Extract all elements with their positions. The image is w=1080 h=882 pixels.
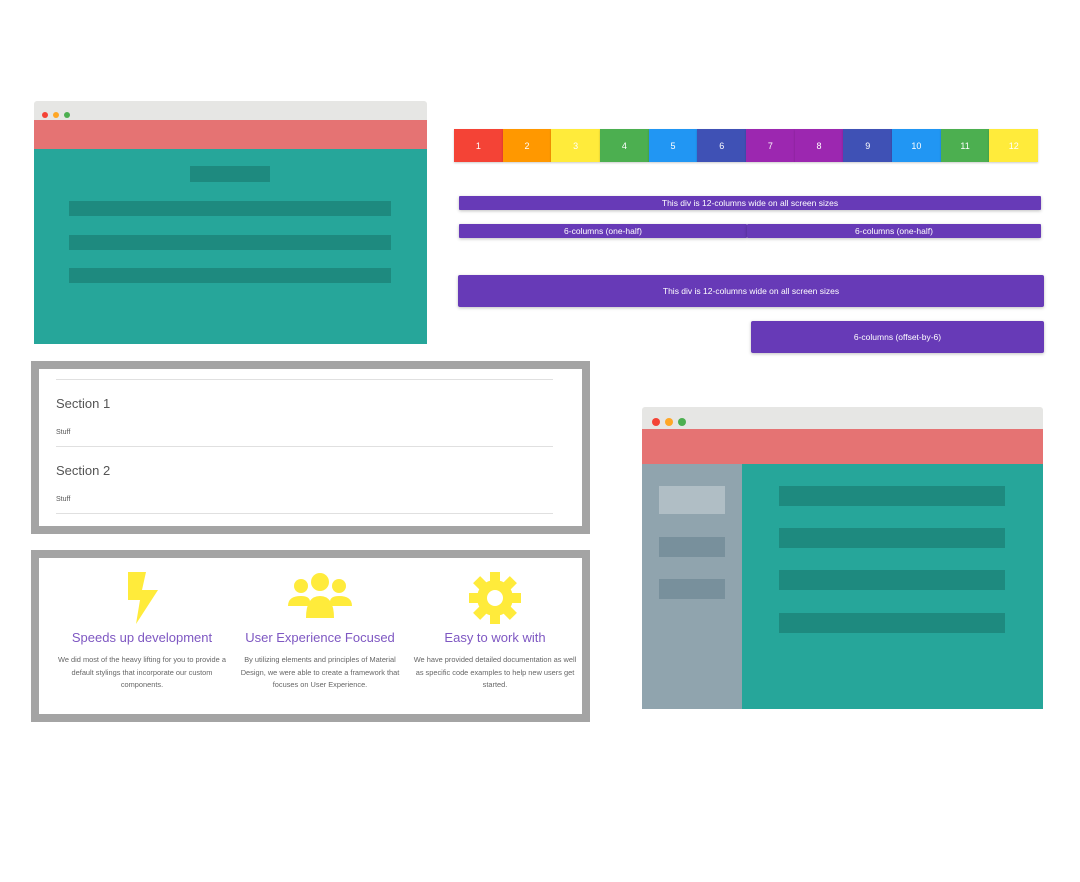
mockup-heading-placeholder xyxy=(190,166,270,182)
minimize-dot-icon xyxy=(53,112,59,118)
feature-title: Speeds up development xyxy=(71,630,213,645)
browser-mockup-navbar xyxy=(34,101,427,344)
grid-column-8: 8 xyxy=(794,129,844,162)
mockup-line-placeholder xyxy=(69,201,391,216)
features-demo: Speeds up development We did most of the… xyxy=(31,550,590,722)
grid-column-11: 11 xyxy=(940,129,990,162)
browser-mockup-sidenav xyxy=(642,407,1043,709)
mockup-line-placeholder xyxy=(69,235,391,250)
divider xyxy=(56,446,553,447)
maximize-dot-icon xyxy=(64,112,70,118)
mockup-line-placeholder xyxy=(69,268,391,283)
browser-chrome xyxy=(642,407,1043,429)
maximize-dot-icon xyxy=(678,418,686,426)
close-dot-icon xyxy=(652,418,660,426)
collapsible-demo: Section 1 Stuff Section 2 Stuff xyxy=(31,361,590,534)
mockup-content xyxy=(34,149,427,344)
divider xyxy=(56,513,553,514)
column-label: This div is 12-columns wide on all scree… xyxy=(661,198,839,208)
feature-description: By utilizing elements and principles of … xyxy=(240,655,400,690)
mockup-main-content xyxy=(742,464,1043,709)
grid-column-7: 7 xyxy=(746,129,795,162)
grid-column-6: 6 xyxy=(697,129,747,162)
feature-title: Easy to work with xyxy=(444,630,546,645)
grid-column-9: 9 xyxy=(843,129,893,162)
group-icon xyxy=(288,573,352,618)
grid-columns-row: 1 2 3 4 5 6 7 8 9 10 11 12 xyxy=(454,129,1039,162)
mockup-line-placeholder xyxy=(779,570,1005,590)
mockup-line-placeholder xyxy=(779,528,1005,548)
half-column-left: 6-columns (one-half) xyxy=(459,224,747,238)
feature-title: User Experience Focused xyxy=(245,630,395,645)
section-body: Stuff xyxy=(56,429,71,436)
minimize-dot-icon xyxy=(665,418,673,426)
half-column-right: 6-columns (one-half) xyxy=(747,224,1041,238)
browser-chrome xyxy=(34,101,427,120)
full-width-column-large: This div is 12-columns wide on all scree… xyxy=(458,275,1044,307)
grid-column-4: 4 xyxy=(600,129,649,162)
column-label: 6-columns (one-half) xyxy=(855,226,933,236)
mockup-navbar xyxy=(642,429,1043,464)
grid-column-12: 12 xyxy=(989,129,1039,162)
sidenav-item-placeholder xyxy=(659,579,725,599)
flash-icon xyxy=(128,572,158,624)
section-body: Stuff xyxy=(56,496,71,503)
grid-column-5: 5 xyxy=(648,129,698,162)
close-dot-icon xyxy=(42,112,48,118)
grid-column-1: 1 xyxy=(454,129,503,162)
offset-column: 6-columns (offset-by-6) xyxy=(751,321,1044,353)
full-width-column-small: This div is 12-columns wide on all scree… xyxy=(459,196,1041,210)
section-title[interactable]: Section 2 xyxy=(56,463,110,478)
mockup-navbar xyxy=(34,120,427,149)
section-title[interactable]: Section 1 xyxy=(56,396,110,411)
grid-column-10: 10 xyxy=(892,129,941,162)
sidenav-item-placeholder xyxy=(659,486,725,514)
mockup-line-placeholder xyxy=(779,613,1005,633)
feature-description: We have provided detailed documentation … xyxy=(413,655,577,690)
grid-column-2: 2 xyxy=(502,129,552,162)
grid-column-3: 3 xyxy=(551,129,601,162)
settings-icon xyxy=(469,572,521,624)
mockup-line-placeholder xyxy=(779,486,1005,506)
sidenav-item-placeholder xyxy=(659,537,725,557)
column-label: 6-columns (one-half) xyxy=(564,226,642,236)
mockup-sidenav xyxy=(642,464,742,709)
column-label: This div is 12-columns wide on all scree… xyxy=(662,286,840,296)
divider xyxy=(56,379,553,380)
feature-description: We did most of the heavy lifting for you… xyxy=(58,655,226,690)
column-label: 6-columns (offset-by-6) xyxy=(853,332,942,342)
